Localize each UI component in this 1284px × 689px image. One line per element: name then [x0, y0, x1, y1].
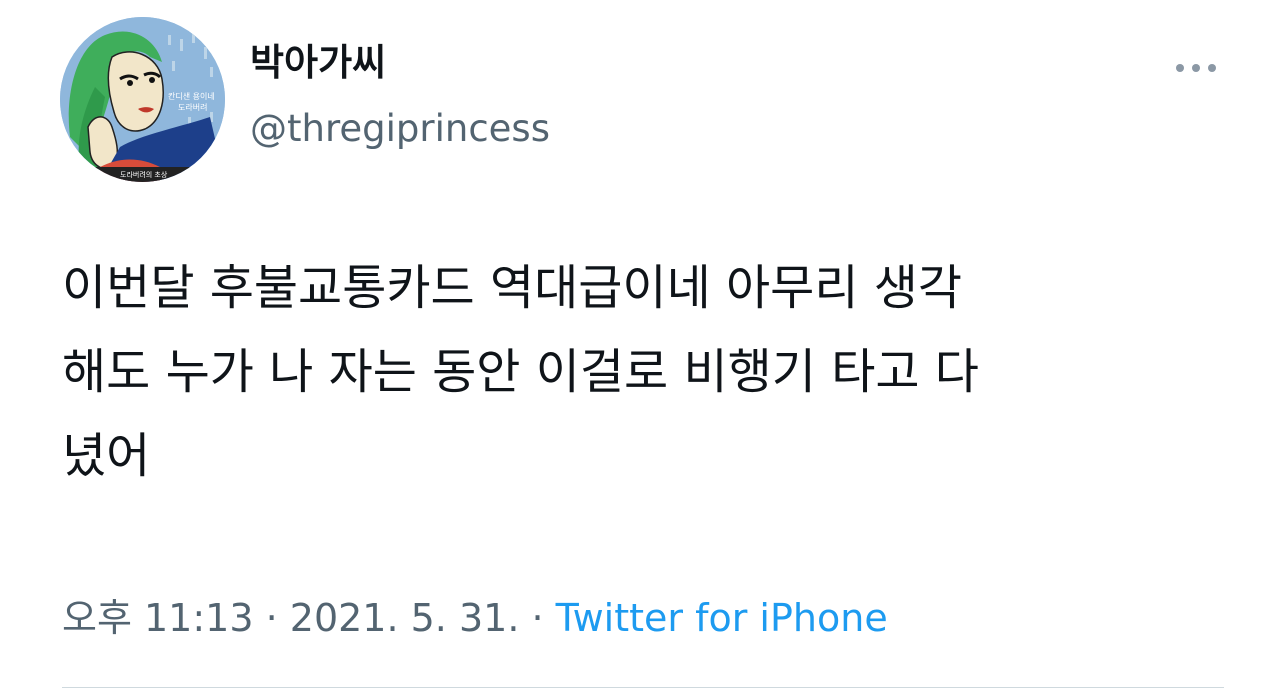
tweet-text: 이번달 후불교통카드 역대급이네 아무리 생각 해도 누가 나 자는 동안 이걸…	[62, 260, 979, 484]
tweet: 칸디샌 용이네 도라버려 도라버려의 초상 박아가씨 @thregiprince…	[0, 0, 1284, 689]
divider	[62, 687, 1224, 688]
tweet-date[interactable]: 2021. 5. 31.	[290, 596, 520, 640]
avatar-illustration: 칸디샌 용이네 도라버려 도라버려의 초상	[60, 17, 225, 182]
meta-separator-2: ·	[519, 596, 556, 640]
tweet-time[interactable]: 오후 11:13	[62, 596, 254, 640]
avatar[interactable]: 칸디샌 용이네 도라버려 도라버려의 초상	[60, 17, 225, 182]
avatar-caption-bottom: 도라버려의 초상	[120, 170, 168, 179]
meta-separator-1: ·	[253, 596, 290, 640]
tweet-source-link[interactable]: Twitter for iPhone	[556, 596, 888, 640]
avatar-caption-mid: 도라버려	[178, 102, 207, 112]
avatar-caption-top: 칸디샌 용이네	[168, 91, 215, 101]
more-horizontal-icon	[1176, 64, 1216, 72]
more-options-button[interactable]	[1168, 52, 1224, 84]
tweet-meta: 오후 11:13 · 2021. 5. 31. · Twitter for iP…	[62, 588, 888, 648]
user-handle[interactable]: @thregiprincess	[250, 104, 550, 154]
display-name[interactable]: 박아가씨	[250, 38, 386, 88]
